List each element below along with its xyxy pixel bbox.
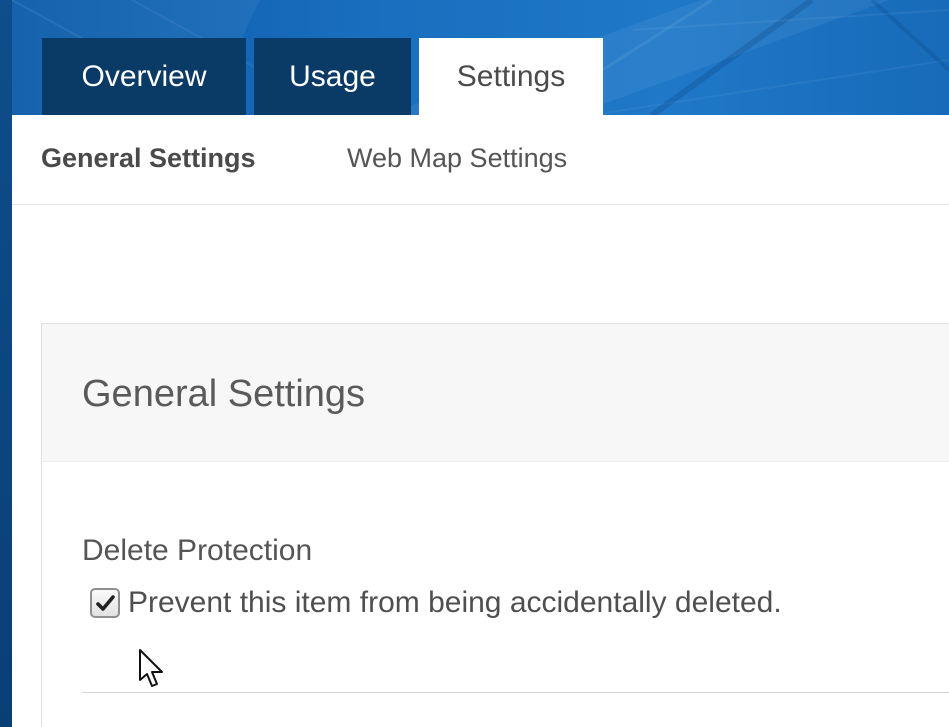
delete-protection-label: Delete Protection — [82, 534, 313, 567]
window-left-border — [0, 0, 12, 727]
tab-overview-label: Overview — [81, 59, 207, 93]
tab-usage[interactable]: Usage — [254, 38, 411, 115]
panel-title: General Settings — [82, 373, 366, 415]
section-divider — [82, 692, 949, 693]
delete-protection-checkbox-label: Prevent this item from being accidentall… — [128, 586, 782, 619]
delete-protection-checkbox[interactable] — [90, 588, 120, 618]
general-settings-panel: General Settings Delete Protection Preve… — [41, 323, 949, 727]
tab-usage-label: Usage — [289, 59, 376, 93]
checkmark-icon — [96, 595, 115, 611]
tab-settings[interactable]: Settings — [419, 38, 603, 115]
subnav-web-map-settings[interactable]: Web Map Settings — [347, 143, 567, 174]
mouse-pointer-icon — [139, 649, 163, 687]
settings-subnav: General Settings Web Map Settings — [12, 115, 949, 205]
item-tabs: Overview Usage Settings — [42, 38, 603, 115]
tab-settings-label: Settings — [456, 59, 566, 93]
settings-content: General Settings Web Map Settings Genera… — [12, 115, 949, 727]
delete-protection-checkbox-row[interactable]: Prevent this item from being accidentall… — [90, 586, 782, 620]
panel-header: General Settings — [42, 324, 949, 462]
tab-overview[interactable]: Overview — [42, 38, 246, 115]
subnav-general-settings[interactable]: General Settings — [41, 143, 256, 174]
